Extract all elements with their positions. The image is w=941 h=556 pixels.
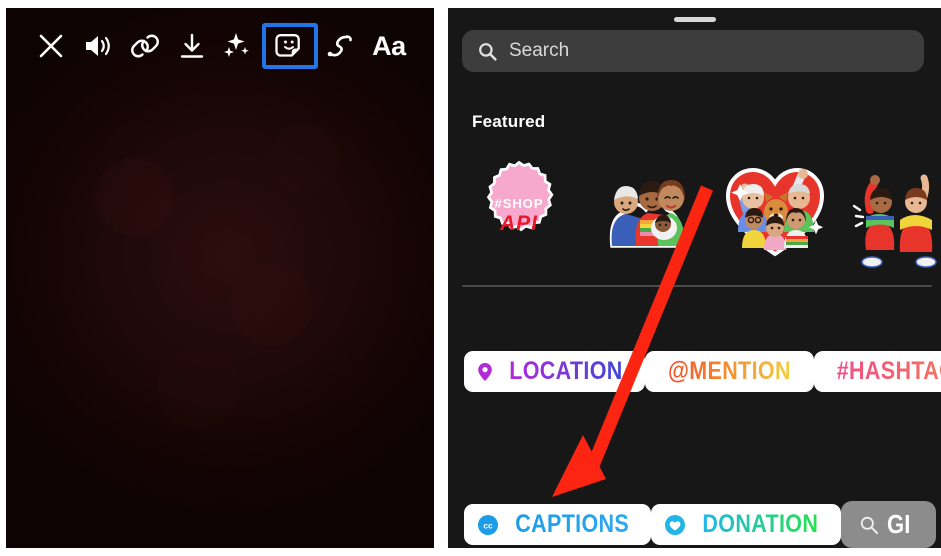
gif-sticker-button[interactable]: GI <box>841 501 937 548</box>
stickers-button[interactable] <box>262 23 319 69</box>
sticker-dancers[interactable] <box>848 158 941 270</box>
search-icon <box>860 516 879 534</box>
story-media-texture <box>6 8 434 548</box>
link-icon <box>130 34 159 58</box>
svg-text:cc: cc <box>483 520 493 530</box>
volume-icon <box>85 36 110 56</box>
draw-button[interactable] <box>319 23 365 69</box>
hashtag-sticker-button[interactable]: #HASHTAG <box>813 351 941 392</box>
sticker-icon <box>275 34 301 57</box>
search-placeholder: Search <box>509 40 570 61</box>
close-icon <box>39 34 63 58</box>
sticker-heart-family[interactable] <box>720 158 830 270</box>
sticker-tray-panel: Search Featured #SHOP API LOCATION @MENT… <box>448 8 941 548</box>
featured-sticker-row[interactable]: #SHOP API <box>464 154 941 274</box>
cc-icon: cc <box>477 514 499 536</box>
sticker-chip-row-primary: LOCATION @MENTION #HASHTAG <box>464 351 941 392</box>
mention-sticker-button[interactable]: @MENTION <box>644 351 814 392</box>
screenshot-root: Aa Search Featured #SHOP API LOCATION @M… <box>0 0 941 556</box>
location-pin-icon <box>477 362 493 382</box>
search-input[interactable]: Search <box>462 30 924 72</box>
shop-api-badge-icon: #SHOP API <box>486 160 554 235</box>
effects-button[interactable] <box>215 23 261 69</box>
dancers-icon <box>852 174 937 268</box>
svg-text:API: API <box>499 212 538 235</box>
svg-text:#SHOP: #SHOP <box>494 196 543 211</box>
text-button-label: Aa <box>372 30 406 61</box>
mention-sticker-label: @MENTION <box>667 357 791 385</box>
sparkles-icon <box>224 33 250 57</box>
section-divider <box>462 285 932 287</box>
donation-sticker-button[interactable]: DONATION <box>651 504 842 545</box>
gif-label: GI <box>887 509 911 539</box>
text-button[interactable]: Aa <box>366 23 412 69</box>
sticker-shop-api[interactable]: #SHOP API <box>464 158 574 270</box>
sheet-grabber-handle[interactable] <box>673 17 716 22</box>
link-button[interactable] <box>122 23 168 69</box>
location-sticker-button[interactable]: LOCATION <box>464 351 645 392</box>
family-group-icon <box>609 180 686 248</box>
captions-sticker-button[interactable]: cc CAPTIONS <box>464 504 652 545</box>
story-composer-panel: Aa <box>6 8 434 548</box>
sound-button[interactable] <box>75 23 121 69</box>
save-button[interactable] <box>169 23 215 69</box>
sticker-chip-row-secondary: cc CAPTIONS DONATION GI <box>464 501 937 548</box>
captions-sticker-label: CAPTIONS <box>515 510 630 538</box>
donation-sticker-label: DONATION <box>702 510 819 538</box>
close-button[interactable] <box>28 23 74 69</box>
draw-icon <box>327 35 352 57</box>
sticker-family-group[interactable] <box>592 158 702 270</box>
heart-circle-icon <box>664 514 686 536</box>
search-icon <box>479 42 497 61</box>
location-sticker-label: LOCATION <box>509 357 623 385</box>
heart-family-icon <box>725 167 825 257</box>
download-icon <box>180 33 203 58</box>
hashtag-sticker-label: #HASHTAG <box>836 359 941 384</box>
featured-section-title: Featured <box>472 112 546 131</box>
story-toolbar: Aa <box>6 20 434 72</box>
